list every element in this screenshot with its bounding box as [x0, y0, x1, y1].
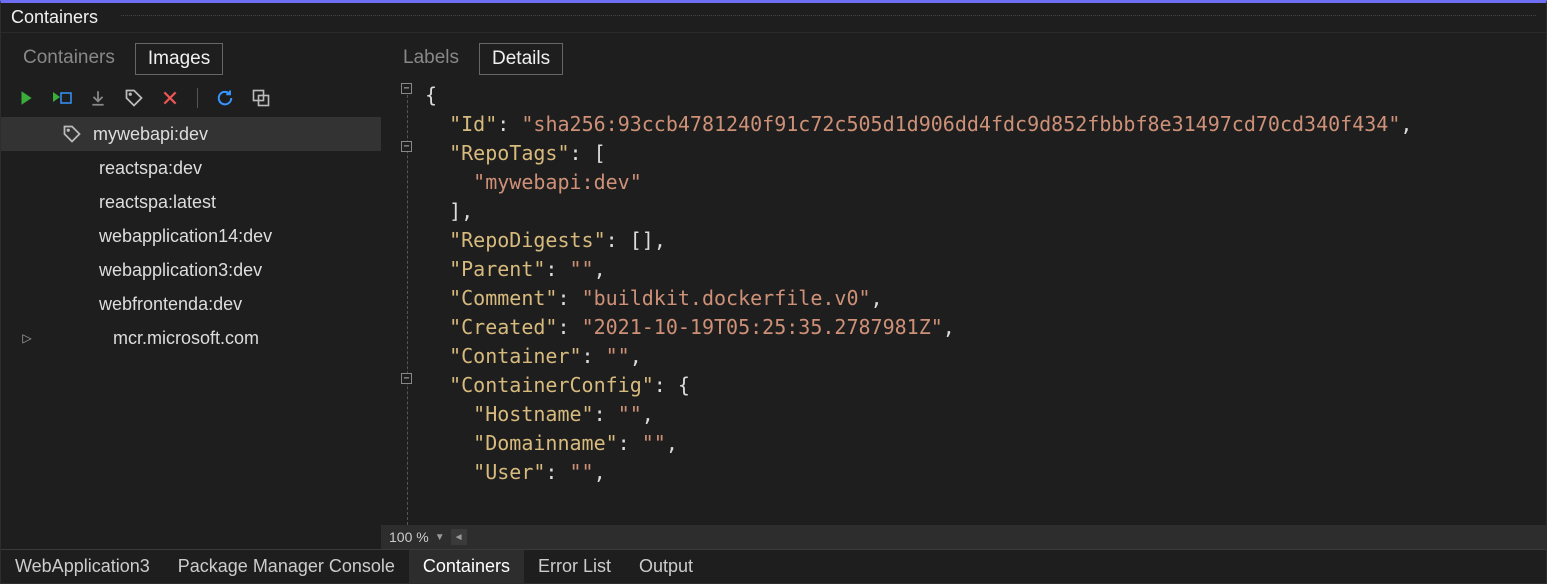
fold-toggle[interactable]: −: [401, 141, 412, 152]
scroll-left-button[interactable]: ◄: [451, 529, 467, 545]
tag-icon[interactable]: [123, 87, 145, 109]
fold-toggle[interactable]: −: [401, 373, 412, 384]
bottom-tab-webapplication3[interactable]: WebApplication3: [1, 550, 164, 583]
code-line: "Comment": "buildkit.dockerfile.v0",: [425, 284, 1546, 313]
bottom-tab-package-manager-console[interactable]: Package Manager Console: [164, 550, 409, 583]
image-item[interactable]: webapplication14:dev: [1, 219, 381, 253]
code-line: "RepoTags": [: [425, 139, 1546, 168]
image-item-label: reactspa:dev: [99, 158, 202, 179]
panel-title: Containers: [11, 7, 98, 28]
download-icon[interactable]: [87, 87, 109, 109]
right-tab-details[interactable]: Details: [479, 43, 563, 75]
left-tab-strip: ContainersImages: [1, 33, 381, 83]
image-item-label: webapplication3:dev: [99, 260, 262, 281]
fold-toggle[interactable]: −: [401, 83, 412, 94]
code-line: "mywebapi:dev": [425, 168, 1546, 197]
code-line: ],: [425, 197, 1546, 226]
code-line: "Hostname": "",: [425, 400, 1546, 429]
prune-icon[interactable]: [250, 87, 272, 109]
code-line: "Id": "sha256:93ccb4781240f91c72c505d1d9…: [425, 110, 1546, 139]
code-line: "Created": "2021-10-19T05:25:35.2787981Z…: [425, 313, 1546, 342]
image-item[interactable]: webfrontenda:dev: [1, 287, 381, 321]
bottom-tab-strip: WebApplication3Package Manager ConsoleCo…: [1, 549, 1546, 583]
code-line: "User": "",: [425, 458, 1546, 487]
right-tab-labels[interactable]: Labels: [391, 43, 471, 75]
image-item[interactable]: reactspa:latest: [1, 185, 381, 219]
json-code: { "Id": "sha256:93ccb4781240f91c72c505d1…: [385, 79, 1546, 487]
refresh-icon[interactable]: [214, 87, 236, 109]
left-tab-images[interactable]: Images: [135, 43, 223, 75]
image-group-label: mcr.microsoft.com: [113, 328, 259, 349]
tag-icon: [61, 123, 83, 145]
panel-titlebar: Containers: [1, 3, 1546, 33]
image-item-label: mywebapi:dev: [93, 124, 208, 145]
run-new-icon[interactable]: [51, 87, 73, 109]
zoom-bar: 100 % ▼ ◄: [381, 525, 1546, 549]
image-item-label: webapplication14:dev: [99, 226, 272, 247]
run-icon[interactable]: [15, 87, 37, 109]
json-editor[interactable]: { "Id": "sha256:93ccb4781240f91c72c505d1…: [381, 79, 1546, 525]
image-tree: mywebapi:dev reactspa:dev reactspa:latest w…: [1, 117, 381, 549]
code-line: "Container": "",: [425, 342, 1546, 371]
image-item[interactable]: reactspa:dev: [1, 151, 381, 185]
delete-icon[interactable]: [159, 87, 181, 109]
zoom-dropdown-icon[interactable]: ▼: [435, 532, 445, 543]
image-item-label: webfrontenda:dev: [99, 294, 242, 315]
right-tab-strip: LabelsDetails: [381, 33, 1546, 79]
bottom-tab-error-list[interactable]: Error List: [524, 550, 625, 583]
image-item[interactable]: mywebapi:dev: [1, 117, 381, 151]
bottom-tab-containers[interactable]: Containers: [409, 550, 524, 583]
code-line: "RepoDigests": [],: [425, 226, 1546, 255]
toolbar-separator: [197, 88, 198, 108]
image-item[interactable]: webapplication3:dev: [1, 253, 381, 287]
left-tab-containers[interactable]: Containers: [11, 43, 127, 75]
image-group[interactable]: ▷ mcr.microsoft.com: [1, 321, 381, 355]
image-item-label: reactspa:latest: [99, 192, 216, 213]
bottom-tab-output[interactable]: Output: [625, 550, 707, 583]
code-line: "Domainname": "",: [425, 429, 1546, 458]
code-line: "Parent": "",: [425, 255, 1546, 284]
image-toolbar: [1, 83, 381, 117]
code-line: "ContainerConfig": {: [425, 371, 1546, 400]
chevron-right-icon[interactable]: ▷: [21, 331, 33, 345]
zoom-level[interactable]: 100 %: [389, 529, 429, 545]
code-line: {: [425, 81, 1546, 110]
